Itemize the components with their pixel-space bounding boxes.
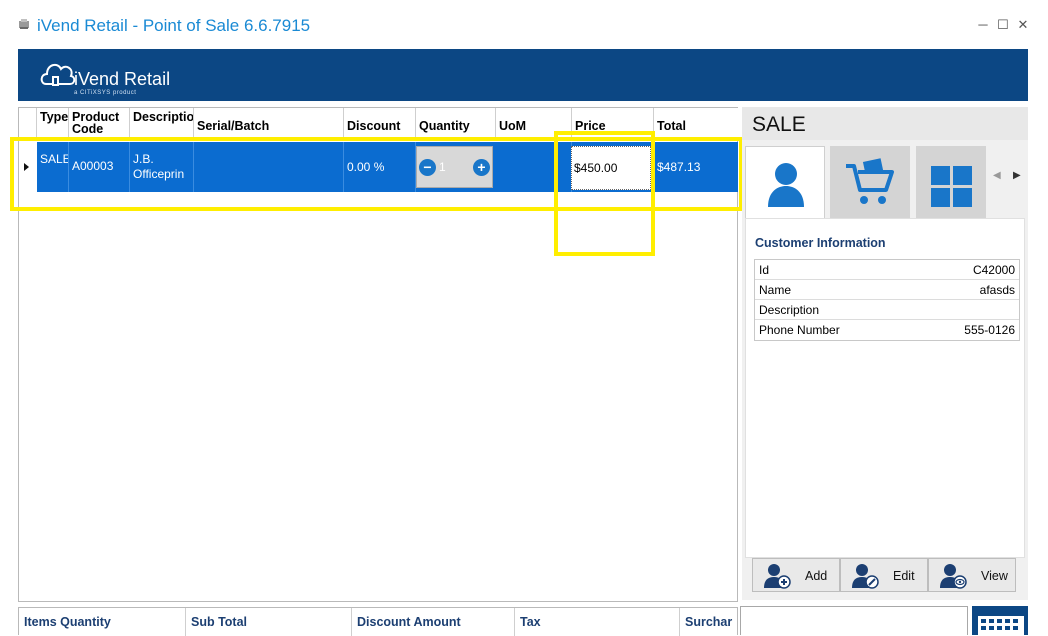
tab-customer[interactable]: [745, 146, 825, 218]
column-header-product-code[interactable]: Product Code: [69, 108, 130, 138]
view-button-label: View: [981, 569, 1008, 583]
customer-icon: [768, 163, 804, 207]
customer-description-label: Description: [759, 303, 820, 317]
keypad-tile[interactable]: [972, 606, 1028, 635]
window-title: iVend Retail - Point of Sale 6.6.7915: [37, 16, 311, 35]
shopping-cart-icon: [846, 158, 894, 204]
add-customer-icon: [764, 564, 791, 589]
bottom-right-field[interactable]: [740, 606, 968, 635]
view-customer-button[interactable]: View: [928, 558, 1016, 592]
edit-customer-button[interactable]: Edit: [840, 558, 928, 592]
close-button[interactable]: ✕: [1014, 16, 1032, 34]
tab-scroll-right-icon[interactable]: ▶: [1013, 170, 1021, 181]
sale-header: SALE: [742, 107, 1028, 140]
column-header-quantity[interactable]: Quantity: [416, 108, 496, 138]
column-header-description[interactable]: Description: [130, 108, 194, 138]
customer-id-row: Id C42000: [755, 260, 1019, 280]
tab-cart[interactable]: [830, 146, 910, 218]
sub-total-label: Sub Total: [186, 608, 352, 636]
edit-customer-icon: [852, 564, 879, 589]
customer-id-value: C42000: [972, 263, 1015, 277]
customer-description-row: Description: [755, 300, 1019, 320]
discount-amount-label: Discount Amount: [352, 608, 515, 636]
column-header-type[interactable]: Type: [37, 108, 69, 138]
totals-summary-bar: Items Quantity Sub Total Discount Amount…: [18, 607, 738, 636]
customer-name-value: afasds: [979, 283, 1015, 297]
add-button-label: Add: [805, 569, 828, 583]
tax-label: Tax: [515, 608, 680, 636]
app-icon: [19, 19, 29, 29]
row-indicator-header: [19, 108, 37, 138]
title-bar: iVend Retail - Point of Sale 6.6.7915 ─ …: [0, 0, 1048, 48]
customer-info-table: Id C42000 Name afasds Description Phone …: [754, 259, 1020, 341]
grid-tiles-icon: [931, 166, 972, 207]
customer-phone-row: Phone Number 555-0126: [755, 320, 1019, 340]
view-customer-icon: [940, 564, 967, 589]
column-header-discount[interactable]: Discount: [344, 108, 416, 138]
items-quantity-label: Items Quantity: [19, 608, 186, 636]
customer-name-label: Name: [759, 283, 792, 297]
minimize-button[interactable]: ─: [974, 16, 992, 34]
brand-banner: iVend Retail a CITiXSYS product: [18, 49, 1028, 101]
customer-phone-value: 555-0126: [964, 323, 1015, 337]
logo-tagline: a CITiXSYS product: [74, 90, 137, 96]
tab-scroll-left-icon[interactable]: ◀: [993, 170, 1001, 181]
column-header-total[interactable]: Total: [654, 108, 738, 138]
keyboard-icon: [978, 616, 1024, 635]
customer-info-title: Customer Information: [755, 236, 886, 250]
customer-info-area: Customer Information Id C42000 Name afas…: [745, 218, 1025, 558]
price-highlight-box: [554, 131, 655, 256]
column-header-serial-batch[interactable]: Serial/Batch: [194, 108, 344, 138]
edit-button-label: Edit: [893, 569, 915, 583]
customer-phone-label: Phone Number: [759, 323, 840, 337]
logo-wordmark: iVend Retail: [74, 69, 171, 89]
sale-panel: ◀ ▶ Customer Information Id C42000 Name …: [742, 140, 1028, 600]
tab-apps[interactable]: [916, 146, 986, 218]
maximize-button[interactable]: ☐: [994, 16, 1012, 34]
customer-name-row: Name afasds: [755, 280, 1019, 300]
ivend-cloud-logo-icon: [40, 63, 76, 86]
sale-title: SALE: [752, 113, 806, 136]
customer-id-label: Id: [759, 263, 770, 277]
add-customer-button[interactable]: Add: [752, 558, 840, 592]
surcharge-label: Surchar: [685, 615, 733, 629]
